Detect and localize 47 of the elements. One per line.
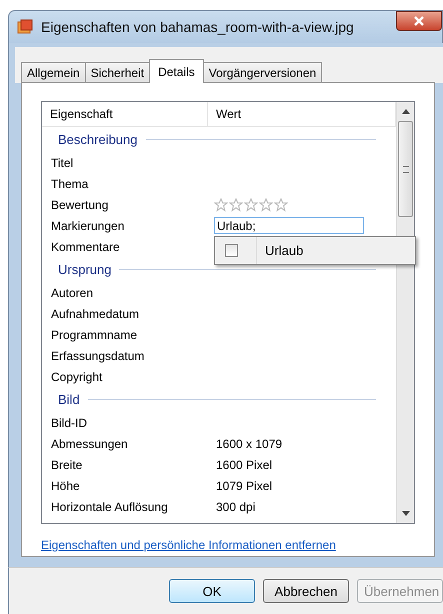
property-name: Breite (51, 458, 84, 472)
property-name: Höhe (51, 478, 81, 492)
checkbox[interactable] (225, 244, 238, 257)
property-name: Titel (51, 156, 74, 170)
dialog-button[interactable]: Abbrechen (263, 579, 349, 603)
property-name: Abmessungen (51, 436, 129, 450)
property-name: Thema (51, 176, 90, 190)
star-icon[interactable] (274, 198, 288, 212)
star-icon[interactable] (244, 198, 258, 212)
group-heading: Ursprung (58, 262, 112, 277)
property-name: Bewertung (51, 198, 110, 212)
property-name: Erfassungsdatum (51, 348, 146, 362)
property-name: Bild-ID (51, 416, 88, 430)
property-name: Programmname (51, 328, 138, 342)
property-name: Horizontale Auflösung (51, 500, 169, 514)
column-header[interactable]: Eigenschaft (42, 102, 208, 126)
property-name: Autoren (51, 286, 94, 300)
scrollbar[interactable] (396, 102, 414, 523)
star-icon[interactable] (229, 198, 243, 212)
grip-icon (402, 166, 408, 172)
close-button[interactable] (396, 11, 442, 31)
tab[interactable]: Vorgängerversionen (202, 62, 322, 83)
property-name: Markierungen (51, 218, 126, 232)
tab[interactable]: Allgemein (21, 62, 86, 83)
property-value: 1600 Pixel (215, 458, 272, 472)
group-heading: Bild (58, 392, 80, 407)
scroll-up-icon[interactable] (402, 109, 410, 114)
window-title: Eigenschaften von bahamas_room-with-a-view.jpg (41, 19, 355, 35)
close-icon[interactable] (413, 15, 425, 27)
dialog-button[interactable]: OK (169, 579, 255, 603)
property-name: Aufnahmedatum (51, 306, 140, 320)
star-icon[interactable] (214, 198, 228, 212)
property-value: 1079 Pixel (215, 478, 272, 492)
picture-icon (17, 19, 33, 35)
property-name: Copyright (51, 370, 104, 384)
scrollbar-thumb[interactable] (398, 121, 413, 217)
property-value: 1600 x 1079 (215, 436, 282, 450)
suggestion-item[interactable]: Urlaub (256, 237, 304, 264)
scroll-down-icon[interactable] (402, 511, 410, 516)
group-heading: Beschreibung (58, 132, 138, 147)
star-icon[interactable] (259, 198, 273, 212)
tab[interactable]: Sicherheit (84, 62, 150, 83)
remove-properties-link[interactable]: Eigenschaften und persönliche Informationen entfernen (41, 538, 336, 552)
tab[interactable]: Details (149, 59, 204, 83)
property-name: Kommentare (51, 240, 121, 254)
tags-input-field[interactable]: Urlaub; (214, 217, 364, 234)
property-value: 300 dpi (215, 500, 256, 514)
